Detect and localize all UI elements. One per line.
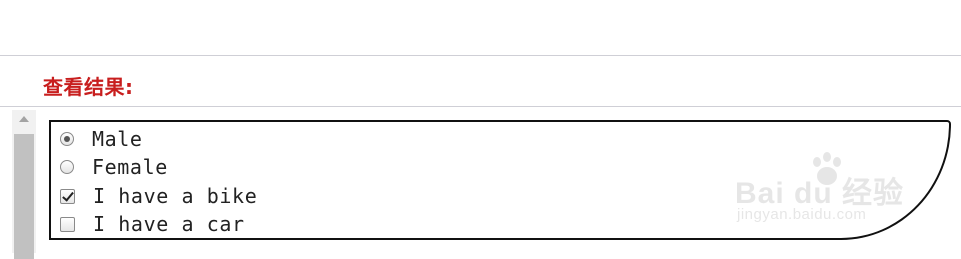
divider-top xyxy=(0,55,961,56)
checkbox-option-bike[interactable]: I have a bike xyxy=(60,183,257,209)
scroll-thumb[interactable] xyxy=(14,134,34,259)
section-title: 查看结果: xyxy=(43,75,134,99)
radio-option-male[interactable]: Male xyxy=(60,126,143,152)
radio-button-female[interactable] xyxy=(60,160,74,174)
top-blank-area xyxy=(0,0,961,55)
baidu-jingyan-watermark: Bai du 经验 jingyan.baidu.com xyxy=(735,150,925,230)
divider-middle xyxy=(0,106,961,107)
radio-option-female[interactable]: Female xyxy=(60,154,168,180)
radio-label-female: Female xyxy=(92,155,168,179)
scroll-up-arrow-icon[interactable] xyxy=(19,116,29,122)
radio-label-male: Male xyxy=(92,127,143,151)
vertical-scrollbar[interactable] xyxy=(12,110,36,259)
radio-button-male[interactable] xyxy=(60,132,74,146)
watermark-domain-text: jingyan.baidu.com xyxy=(737,206,867,223)
checkbox-car[interactable] xyxy=(60,216,75,232)
checkbox-label-bike: I have a bike xyxy=(93,184,258,208)
checkbox-bike[interactable] xyxy=(60,188,75,204)
checkbox-option-car[interactable]: I have a car xyxy=(60,211,245,237)
checkbox-label-car: I have a car xyxy=(93,212,245,236)
